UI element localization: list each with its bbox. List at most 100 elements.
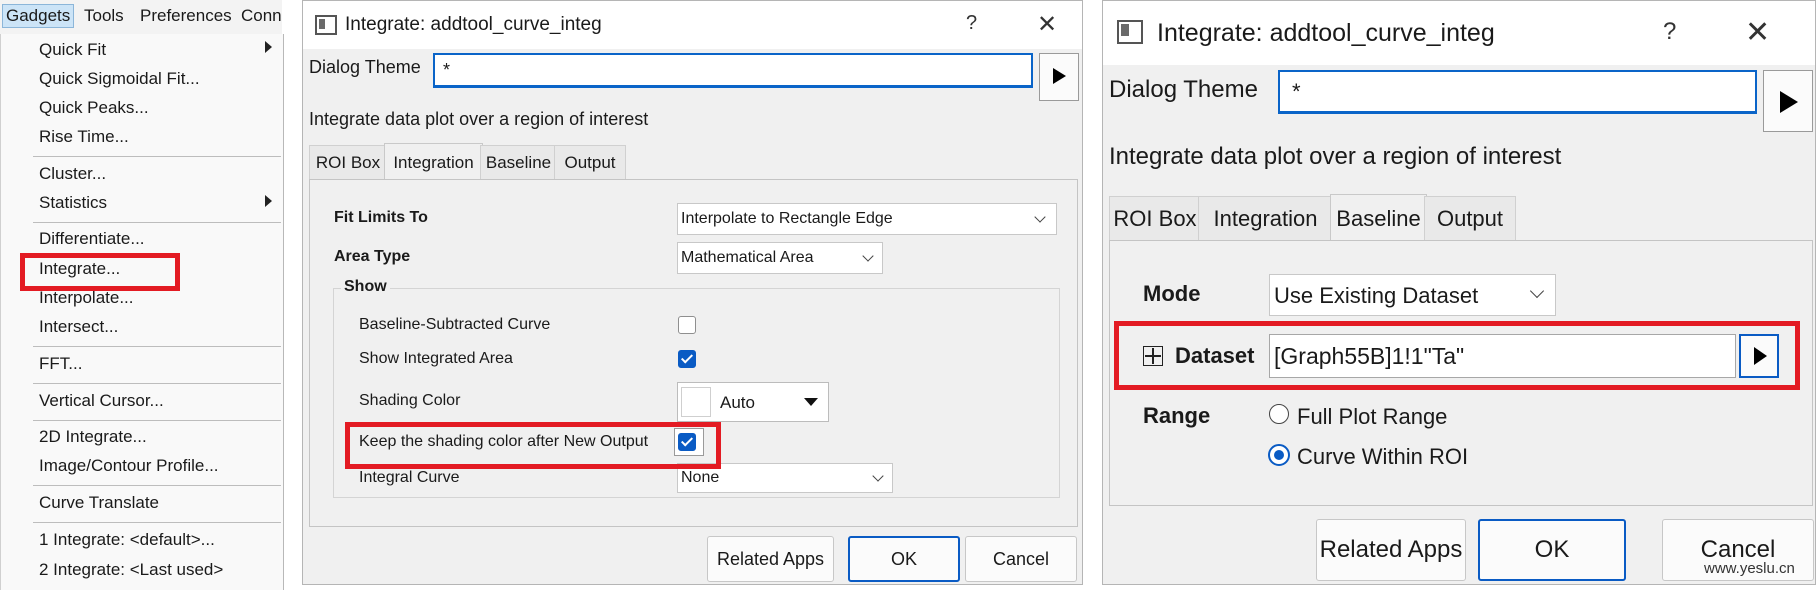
mode-value: Use Existing Dataset <box>1274 283 1479 308</box>
dialog-theme-label: Dialog Theme <box>309 57 421 77</box>
dialog-description: Integrate data plot over a region of int… <box>309 109 649 129</box>
menu-item-intersect[interactable]: Intersect... <box>39 317 118 337</box>
tab-baseline[interactable]: Baseline <box>1330 194 1427 242</box>
dropdown-arrow-icon <box>804 398 818 406</box>
chevron-down-icon <box>862 250 874 262</box>
color-swatch <box>681 387 711 417</box>
menu-tools[interactable]: Tools <box>84 6 124 26</box>
mode-label: Mode <box>1143 281 1201 306</box>
title-bar: Integrate: addtool_curve_integ ? ✕ <box>1103 1 1815 65</box>
integrate-dialog-integration-tab: Integrate: addtool_curve_integ ? ✕ Dialo… <box>302 0 1083 585</box>
dialog-theme-value: * <box>443 60 451 80</box>
fit-limits-value: Interpolate to Rectangle Edge <box>681 210 893 227</box>
menu-preferences[interactable]: Preferences <box>140 6 232 26</box>
baseline-subtracted-label: Baseline-Subtracted Curve <box>359 316 551 333</box>
menu-item-rise-time[interactable]: Rise Time... <box>39 127 129 147</box>
radio-full-plot-range[interactable] <box>1269 404 1289 424</box>
title-bar: Integrate: addtool_curve_integ ? ✕ <box>303 1 1082 49</box>
shading-color-select[interactable]: Auto <box>677 382 829 422</box>
menu-separator <box>33 222 281 223</box>
menu-item-fft[interactable]: FFT... <box>39 354 82 374</box>
menu-item-statistics[interactable]: Statistics <box>39 193 107 213</box>
theme-menu-button[interactable] <box>1039 53 1079 101</box>
area-type-label: Area Type <box>334 248 411 265</box>
submenu-arrow-icon <box>265 41 272 53</box>
menu-conn[interactable]: Conn <box>241 6 282 26</box>
tab-integration[interactable]: Integration <box>384 143 483 181</box>
radio-curve-within-roi[interactable] <box>1268 444 1290 466</box>
menu-item-quick-peaks[interactable]: Quick Peaks... <box>39 98 149 118</box>
shading-color-value: Auto <box>720 393 755 412</box>
highlight-box-keep-shading <box>345 422 721 469</box>
tab-output[interactable]: Output <box>554 145 626 180</box>
chevron-down-icon <box>1034 211 1046 223</box>
menu-item-image-contour-profile[interactable]: Image/Contour Profile... <box>39 456 219 476</box>
menu-item-cluster[interactable]: Cluster... <box>39 164 106 184</box>
tab-roi-box[interactable]: ROI Box <box>1109 196 1201 241</box>
tab-output[interactable]: Output <box>1424 196 1516 241</box>
menu-item-quick-fit[interactable]: Quick Fit <box>39 40 106 60</box>
app-icon <box>1117 20 1143 44</box>
dialog-title: Integrate: addtool_curve_integ <box>1157 19 1495 47</box>
show-group-label: Show <box>341 278 390 296</box>
gadgets-dropdown-menu: Quick Fit Quick Sigmoidal Fit... Quick P… <box>0 34 284 590</box>
dialog-theme-value: * <box>1292 79 1301 104</box>
tab-baseline[interactable]: Baseline <box>480 145 557 180</box>
highlight-box-integrate <box>20 253 180 291</box>
integrate-dialog-baseline-tab: Integrate: addtool_curve_integ ? ✕ Dialo… <box>1102 0 1816 585</box>
highlight-box-dataset <box>1114 321 1800 390</box>
range-label: Range <box>1143 403 1211 428</box>
menu-gadgets[interactable]: Gadgets <box>2 4 75 28</box>
menu-item-quick-sigmoidal-fit[interactable]: Quick Sigmoidal Fit... <box>39 69 200 89</box>
menu-separator <box>33 346 281 347</box>
menu-separator <box>33 485 281 486</box>
show-integrated-area-checkbox[interactable] <box>678 350 696 368</box>
shading-color-label: Shading Color <box>359 392 461 409</box>
show-integrated-area-label: Show Integrated Area <box>359 350 513 367</box>
cancel-button[interactable]: Cancel <box>965 536 1077 582</box>
menu-separator <box>33 420 281 421</box>
submenu-arrow-icon <box>265 195 272 207</box>
menu-item-differentiate[interactable]: Differentiate... <box>39 229 145 249</box>
baseline-subtracted-checkbox[interactable] <box>678 316 696 334</box>
theme-menu-button[interactable] <box>1763 70 1813 132</box>
watermark: www.yeslu.cn <box>1704 560 1795 577</box>
menu-item-curve-translate[interactable]: Curve Translate <box>39 493 159 513</box>
dialog-theme-field[interactable]: * <box>433 53 1033 88</box>
menu-item-vertical-cursor[interactable]: Vertical Cursor... <box>39 391 164 411</box>
curve-within-roi-label: Curve Within ROI <box>1297 444 1469 469</box>
related-apps-button[interactable]: Related Apps <box>1316 519 1466 581</box>
play-arrow-icon <box>1053 68 1066 84</box>
menu-item-interpolate[interactable]: Interpolate... <box>39 288 134 308</box>
menu-item-recent-integrate-last-used[interactable]: 2 Integrate: <Last used> <box>39 560 223 580</box>
dialog-description: Integrate data plot over a region of int… <box>1109 143 1562 170</box>
app-icon <box>315 15 337 35</box>
chevron-down-icon <box>1529 283 1545 299</box>
close-icon[interactable]: ✕ <box>1745 15 1770 50</box>
dialog-theme-field[interactable]: * <box>1278 70 1757 114</box>
fit-limits-label: Fit Limits To <box>334 209 428 226</box>
related-apps-button[interactable]: Related Apps <box>707 536 834 582</box>
dialog-theme-label: Dialog Theme <box>1109 76 1258 103</box>
menu-item-2d-integrate[interactable]: 2D Integrate... <box>39 427 147 447</box>
full-plot-range-label: Full Plot Range <box>1297 404 1448 429</box>
menu-separator <box>33 383 281 384</box>
help-icon[interactable]: ? <box>1663 18 1676 46</box>
play-arrow-icon <box>1780 91 1798 113</box>
help-icon[interactable]: ? <box>966 12 977 35</box>
ok-button[interactable]: OK <box>1478 519 1626 581</box>
fit-limits-select[interactable]: Interpolate to Rectangle Edge <box>677 203 1057 235</box>
close-icon[interactable]: ✕ <box>1037 10 1057 39</box>
menu-item-recent-integrate-default[interactable]: 1 Integrate: <default>... <box>39 530 215 550</box>
area-type-select[interactable]: Mathematical Area <box>677 242 883 274</box>
dialog-title: Integrate: addtool_curve_integ <box>345 14 602 35</box>
tab-integration[interactable]: Integration <box>1198 196 1333 241</box>
tab-roi-box[interactable]: ROI Box <box>309 145 387 180</box>
area-type-value: Mathematical Area <box>681 249 814 266</box>
chevron-down-icon <box>872 470 884 482</box>
ok-button[interactable]: OK <box>848 536 960 582</box>
menu-bar: Gadgets Tools Preferences Conn <box>0 0 282 35</box>
mode-select[interactable]: Use Existing Dataset <box>1269 274 1556 316</box>
integral-curve-label: Integral Curve <box>359 469 460 486</box>
menu-separator <box>33 522 281 523</box>
